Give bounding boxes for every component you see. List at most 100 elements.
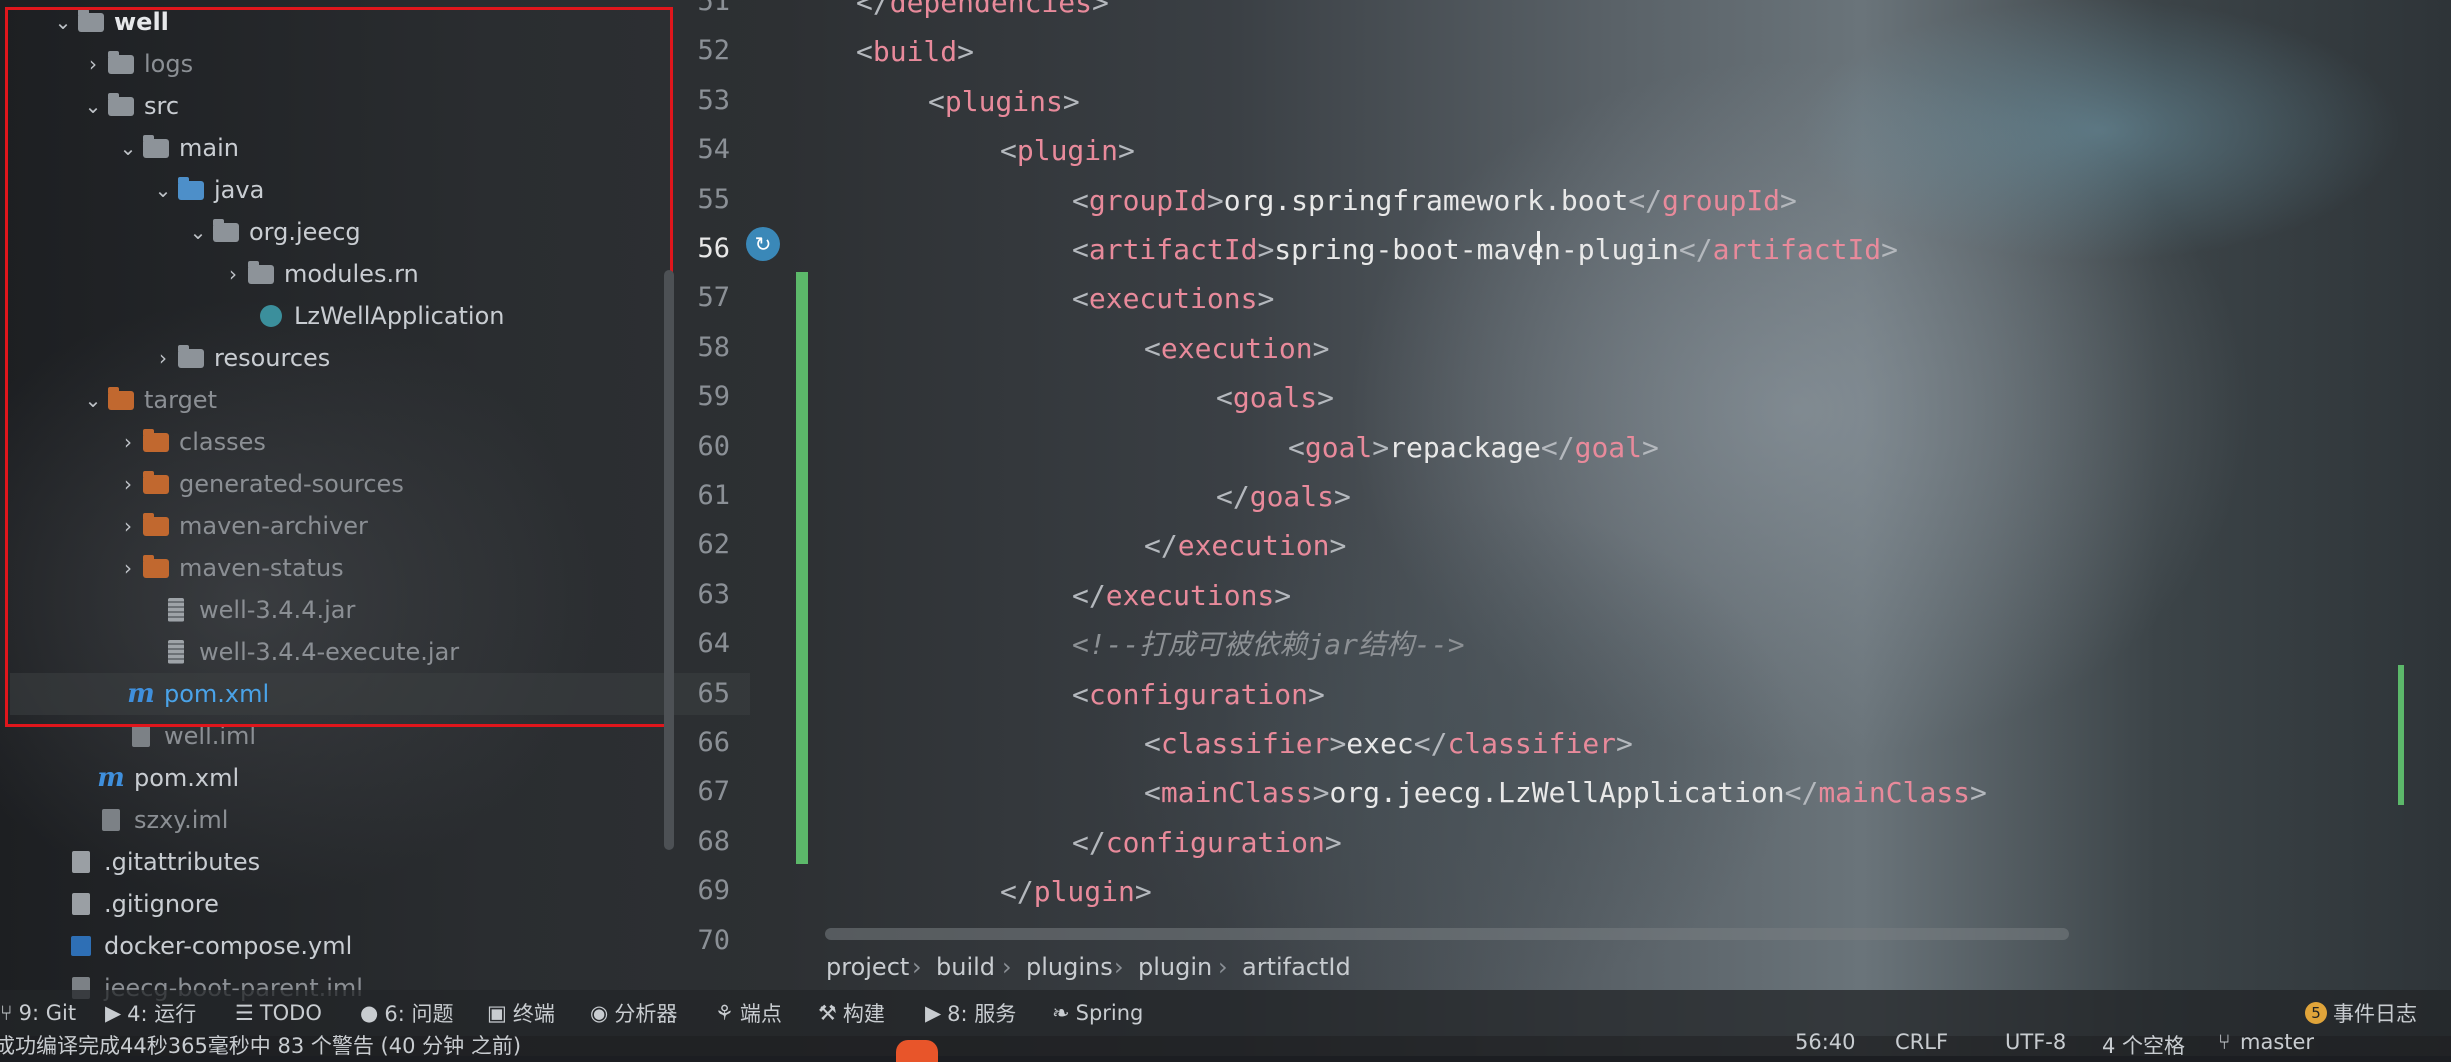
- xml-comment: <!--打成可被依赖jar结构-->: [1072, 628, 1465, 662]
- tree-item-label: .gitignore: [104, 890, 219, 918]
- tool-button[interactable]: ⚘ 端点: [715, 996, 782, 1030]
- xml-text: org.springframework.boot: [1223, 183, 1629, 217]
- code-line[interactable]: <classifier>exec</classifier>: [1144, 721, 1633, 767]
- code-line[interactable]: <goals>: [1216, 375, 1334, 421]
- tool-button[interactable]: ☰ TODO: [235, 996, 322, 1030]
- line-number: 58: [697, 331, 730, 363]
- xml-bracket: >: [1312, 776, 1330, 810]
- xml-tag-name: classifier: [1160, 727, 1330, 760]
- line-number: 51: [697, 0, 730, 17]
- code-line[interactable]: <goal>repackage</goal>: [1288, 425, 1659, 471]
- endpoints-icon: ⚘: [715, 1001, 734, 1025]
- xml-bracket: >: [1312, 331, 1330, 365]
- code-line[interactable]: </plugin>: [1000, 869, 1152, 915]
- xml-bracket: <: [1000, 134, 1017, 168]
- xml-bracket: </: [1678, 233, 1713, 266]
- git-icon: ⑂: [0, 1001, 13, 1025]
- editor-change-stripe: [2398, 665, 2404, 805]
- code-line[interactable]: </goals>: [1216, 474, 1351, 520]
- tree-item-label: docker-compose.yml: [104, 932, 353, 960]
- xml-tag-name: execution: [1177, 529, 1330, 563]
- code-line[interactable]: </execution>: [1144, 523, 1346, 569]
- xml-bracket: <: [856, 35, 873, 69]
- line-number: 54: [697, 134, 730, 166]
- tree-scrollbar[interactable]: [664, 270, 674, 850]
- xml-text: repackage: [1389, 430, 1541, 464]
- code-line[interactable]: <artifactId>spring-boot-maven-plugin</ar…: [1072, 227, 1898, 273]
- line-number: 65: [697, 677, 730, 709]
- code-line[interactable]: <execution>: [1144, 326, 1329, 372]
- breadcrumb-separator-icon: ›: [1218, 953, 1228, 981]
- xml-bracket: </: [1784, 776, 1819, 810]
- xml-tag-name: groupId: [1088, 183, 1207, 217]
- event-log-button[interactable]: 5 事件日志: [2305, 996, 2417, 1030]
- tool-button[interactable]: ⚒ 构建: [818, 996, 885, 1030]
- tool-button-label: 8: 服务: [947, 1002, 1017, 1026]
- editor-horizontal-scrollbar[interactable]: [825, 928, 2069, 940]
- tool-button[interactable]: ❧ Spring: [1052, 996, 1143, 1030]
- xml-tag-name: configuration: [1105, 825, 1325, 859]
- xml-bracket: </: [1072, 578, 1106, 612]
- xml-bracket: >: [1324, 825, 1342, 859]
- xml-bracket: <: [1072, 233, 1089, 266]
- tree-item[interactable]: .gitattributes: [40, 841, 260, 883]
- xml-tag-name: dependencies: [889, 0, 1093, 19]
- build-icon: ⚒: [818, 1001, 837, 1025]
- xml-bracket: >: [1062, 84, 1080, 118]
- breadcrumb-item[interactable]: artifactId: [1242, 953, 1351, 981]
- breadcrumb-item[interactable]: build: [936, 953, 995, 981]
- breadcrumb-item[interactable]: project: [826, 953, 909, 981]
- tool-button[interactable]: ▣ 终端: [487, 996, 555, 1030]
- selection-highlight-box: [5, 7, 673, 727]
- tool-button[interactable]: ▶ 4: 运行: [105, 996, 196, 1030]
- git-branch[interactable]: master: [2240, 1030, 2314, 1054]
- tree-item[interactable]: .gitignore: [40, 883, 219, 925]
- tree-item[interactable]: szxy.iml: [70, 799, 228, 841]
- windows-taskbar-icon: [896, 1040, 938, 1062]
- line-number: 53: [697, 84, 730, 116]
- xml-tag-name: classifier: [1447, 727, 1617, 760]
- line-number: 60: [697, 430, 730, 462]
- code-line[interactable]: <groupId>org.springframework.boot</group…: [1072, 178, 1797, 224]
- code-line[interactable]: <plugin>: [1000, 128, 1135, 174]
- code-line[interactable]: </configuration>: [1072, 820, 1342, 866]
- xml-bracket: <: [1216, 381, 1233, 415]
- file-encoding[interactable]: UTF-8: [2005, 1030, 2066, 1054]
- xml-bracket: >: [1206, 183, 1224, 217]
- code-line[interactable]: </executions>: [1072, 573, 1291, 619]
- line-number: 52: [697, 35, 730, 67]
- breadcrumb-item[interactable]: plugin: [1138, 953, 1212, 981]
- xml-bracket: >: [1881, 233, 1899, 266]
- code-line[interactable]: <plugins>: [928, 79, 1080, 125]
- xml-tag-name: build: [872, 35, 958, 69]
- code-line[interactable]: <mainClass>org.jeecg.LzWellApplication</…: [1144, 770, 1987, 816]
- xml-bracket: >: [1329, 529, 1347, 563]
- tool-button[interactable]: ◉ 分析器: [590, 996, 677, 1030]
- xml-bracket: >: [1616, 727, 1633, 760]
- code-line[interactable]: <!--打成可被依赖jar结构-->: [1072, 622, 1465, 668]
- caret-position[interactable]: 56:40: [1795, 1030, 1856, 1054]
- xml-bracket: <: [1144, 727, 1161, 760]
- xml-bracket: >: [1257, 282, 1275, 316]
- run-icon: ▶: [105, 1001, 122, 1025]
- xml-tag-name: artifactId: [1712, 233, 1882, 266]
- xml-tag-name: mainClass: [1160, 776, 1313, 810]
- code-line[interactable]: </dependencies>: [856, 0, 1109, 26]
- line-separator[interactable]: CRLF: [1895, 1030, 1948, 1054]
- tree-item[interactable]: docker-compose.yml: [40, 925, 352, 967]
- tool-button[interactable]: ⑂ 9: Git: [0, 996, 76, 1030]
- line-number: 63: [697, 578, 730, 610]
- spring-icon: ❧: [1052, 1001, 1070, 1025]
- iml-file-icon: [126, 724, 156, 748]
- spring-run-gutter-icon[interactable]: ↻: [746, 227, 780, 261]
- breadcrumb-item[interactable]: plugins: [1026, 953, 1113, 981]
- tool-button[interactable]: ▶ 8: 服务: [925, 996, 1016, 1030]
- tool-button[interactable]: ● 6: 问题: [360, 996, 453, 1030]
- code-line[interactable]: <configuration>: [1072, 672, 1325, 718]
- tree-item[interactable]: m pom.xml: [70, 757, 239, 799]
- code-line[interactable]: <build>: [856, 29, 974, 75]
- xml-bracket: >: [1134, 875, 1152, 909]
- event-log-label: 事件日志: [2333, 1002, 2417, 1026]
- xml-bracket: <: [1072, 677, 1089, 711]
- code-line[interactable]: <executions>: [1072, 276, 1274, 322]
